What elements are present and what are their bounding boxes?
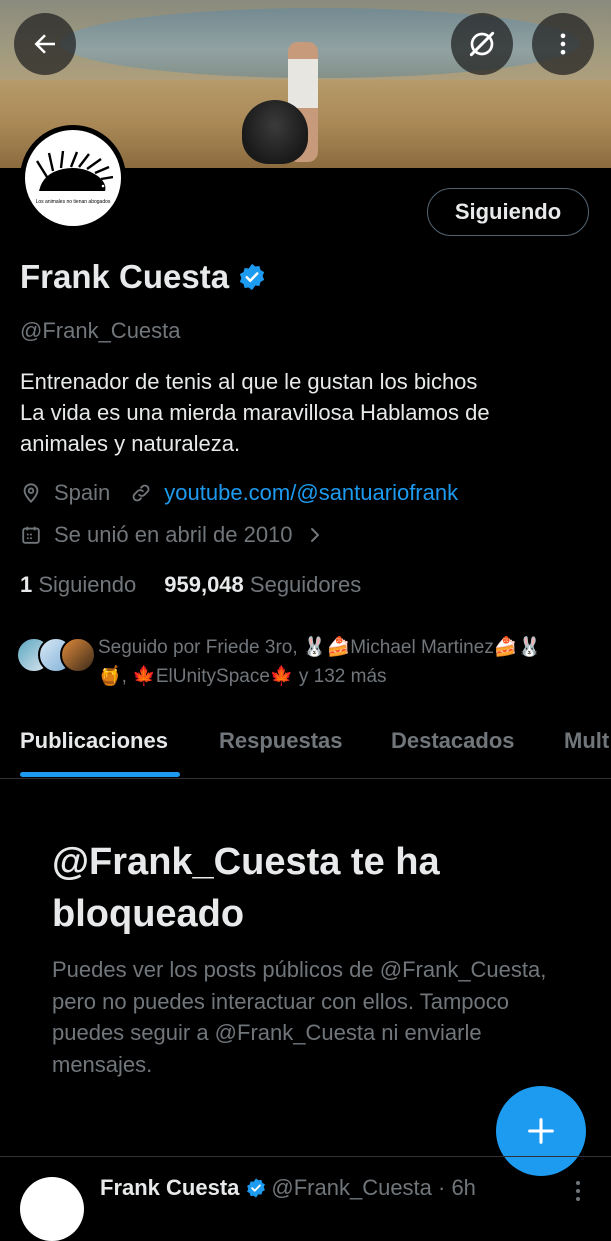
porcupine-logo bbox=[35, 151, 113, 191]
profile-meta-location-website: Spain youtube.com/@santuariofrank bbox=[20, 480, 458, 506]
vertical-dots-icon bbox=[560, 33, 566, 55]
profile-avatar[interactable]: Los animales no tienan abogados bbox=[20, 125, 126, 231]
post-handle-time: @Frank_Cuesta · 6h bbox=[271, 1175, 476, 1200]
post-header: Frank Cuesta @Frank_Cuesta · 6h bbox=[100, 1175, 476, 1201]
active-tab-indicator bbox=[20, 772, 180, 777]
post-author-name: Frank Cuesta bbox=[100, 1175, 240, 1200]
profile-joined-date: Se unió en abril de 2010 bbox=[54, 522, 293, 547]
profile-handle: @Frank_Cuesta bbox=[20, 318, 181, 343]
profile-name-row: Frank Cuesta bbox=[20, 258, 267, 296]
profile-name: Frank Cuesta bbox=[20, 258, 230, 295]
following-count-link[interactable]: 1 Siguiendo bbox=[20, 572, 136, 598]
tab-respuestas[interactable]: Respuestas bbox=[219, 728, 343, 754]
bio-line: La vida es una mierda maravillosa Hablam… bbox=[20, 400, 490, 425]
blocked-title: @Frank_Cuesta te ha bloqueado bbox=[52, 841, 440, 935]
post-avatar[interactable] bbox=[20, 1177, 84, 1241]
post-preview[interactable]: Frank Cuesta @Frank_Cuesta · 6h bbox=[0, 1156, 611, 1241]
followed-by-line: 🍯, 🍁ElUnitySpace🍁 y 132 más bbox=[98, 666, 387, 687]
back-button[interactable] bbox=[14, 13, 76, 75]
calendar-icon bbox=[20, 524, 42, 546]
verified-badge-icon[interactable] bbox=[237, 262, 267, 292]
grok-button[interactable] bbox=[451, 13, 513, 75]
chevron-right-icon bbox=[307, 525, 323, 545]
profile-tabs: Publicaciones Respuestas Destacados Mult bbox=[0, 720, 611, 779]
tab-destacados[interactable]: Destacados bbox=[391, 728, 515, 754]
following-count: 1 bbox=[20, 572, 33, 597]
followed-by-section[interactable]: Seguido por Friede 3ro, 🐰🍰Michael Martin… bbox=[16, 633, 593, 691]
post-more-icon[interactable] bbox=[570, 1179, 586, 1203]
followers-count-link[interactable]: 959,048 Seguidores bbox=[164, 572, 361, 598]
bio-line: Entrenador de tenis al que le gustan los… bbox=[20, 369, 478, 394]
location-pin-icon bbox=[20, 482, 42, 504]
followed-by-line: Seguido por Friede 3ro, 🐰🍰Michael Martin… bbox=[98, 637, 542, 658]
link-icon bbox=[130, 482, 152, 504]
followed-by-avatars bbox=[16, 633, 96, 673]
plus-icon bbox=[528, 1118, 554, 1144]
followed-by-text: Seguido por Friede 3ro, 🐰🍰Michael Martin… bbox=[98, 633, 593, 691]
slash-circle-icon bbox=[469, 31, 495, 57]
followers-count: 959,048 bbox=[164, 572, 244, 597]
tab-multimedia[interactable]: Mult bbox=[564, 728, 609, 754]
banner-ostrich bbox=[242, 100, 308, 164]
profile-website-link[interactable]: youtube.com/@santuariofrank bbox=[164, 480, 458, 506]
more-button[interactable] bbox=[532, 13, 594, 75]
following-button[interactable]: Siguiendo bbox=[427, 188, 589, 236]
profile-joined-row[interactable]: Se unió en abril de 2010 bbox=[20, 522, 323, 548]
verified-badge-icon bbox=[247, 1178, 266, 1198]
profile-counts: 1 Siguiendo 959,048 Seguidores bbox=[20, 572, 361, 598]
bio-line: animales y naturaleza. bbox=[20, 431, 241, 456]
blocked-description: Puedes ver los posts públicos de @Frank_… bbox=[52, 957, 547, 1077]
profile-bio: Entrenador de tenis al que le gustan los… bbox=[20, 366, 580, 459]
avatar bbox=[60, 637, 96, 673]
profile-location: Spain bbox=[54, 480, 111, 505]
avatar-caption: Los animales no tienan abogados bbox=[35, 199, 111, 205]
following-label: Siguiendo bbox=[38, 572, 137, 597]
tab-publicaciones[interactable]: Publicaciones bbox=[20, 728, 168, 754]
arrow-left-icon bbox=[34, 34, 55, 54]
followers-label: Seguidores bbox=[249, 572, 362, 597]
